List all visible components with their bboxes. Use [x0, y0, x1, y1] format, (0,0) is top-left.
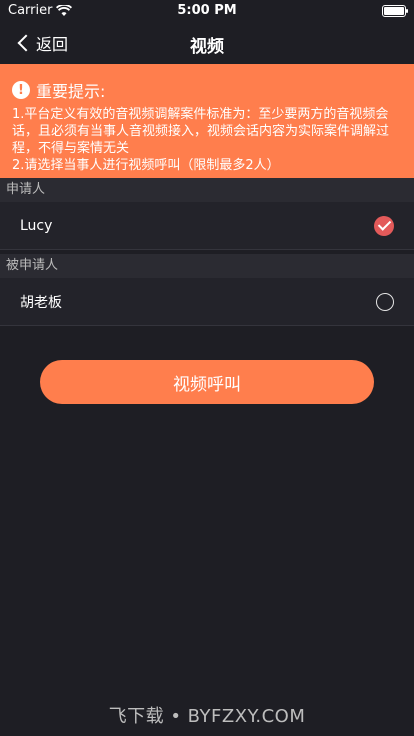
notice-line-2: 2.请选择当事人进行视频呼叫（限制最多2人）: [12, 158, 280, 173]
notice-line-1: 1.平台定义有效的音视频调解案件标准为：至少要两方的音视频会话，且必须有当事人音…: [12, 107, 390, 156]
applicant-row-lucy[interactable]: Lucy: [0, 202, 414, 250]
applicant-section-label: 申请人: [0, 178, 414, 202]
notice-heading-row: ! 重要提示:: [12, 78, 402, 102]
notice-banner: ! 重要提示: 1.平台定义有效的音视频调解案件标准为：至少要两方的音视频会话，…: [0, 64, 414, 178]
status-time: 5:00 PM: [177, 3, 237, 18]
notice-heading: 重要提示:: [36, 82, 106, 101]
respondent-row[interactable]: 胡老板: [0, 278, 414, 326]
status-bar: Carrier 5:00 PM: [0, 0, 414, 22]
battery-icon: [382, 5, 408, 17]
unchecked-radio-icon[interactable]: [376, 292, 394, 311]
checked-radio-icon[interactable]: [374, 215, 394, 236]
video-call-button[interactable]: 视频呼叫: [40, 360, 374, 404]
page-title: 视频: [190, 37, 224, 57]
respondent-section-label: 被申请人: [0, 254, 414, 278]
watermark: 飞下载 • BYFZXY.COM: [108, 706, 306, 727]
exclamation-icon: !: [12, 81, 30, 99]
nav-bar: 返回 视频: [0, 22, 414, 64]
respondent-name: 胡老板: [20, 294, 62, 311]
applicant-name: Lucy: [20, 217, 53, 234]
